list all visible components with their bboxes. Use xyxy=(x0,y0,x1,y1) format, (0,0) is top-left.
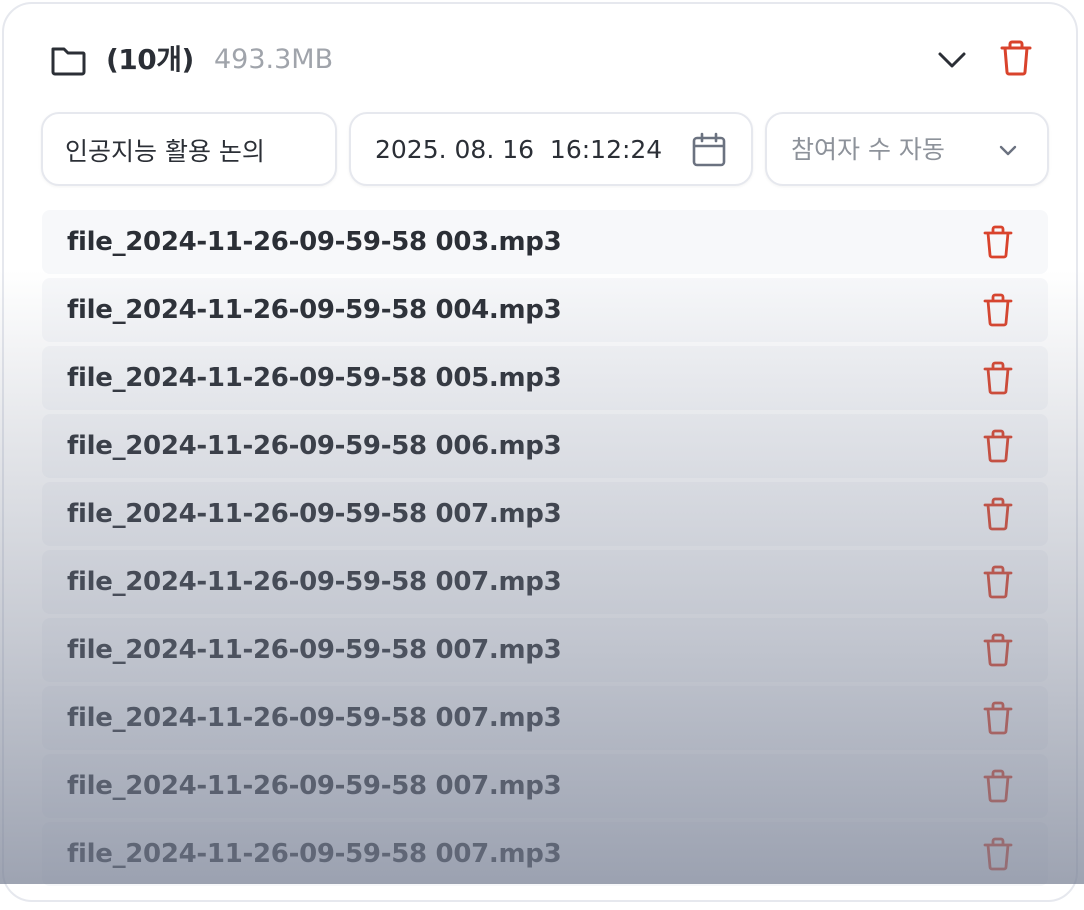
file-name: file_2024-11-26-09-59-58 007.mp3 xyxy=(67,839,562,869)
delete-file-button[interactable] xyxy=(978,494,1018,534)
trash-icon xyxy=(1000,40,1032,76)
trash-icon xyxy=(983,633,1013,667)
trash-icon xyxy=(983,429,1013,463)
meeting-date-value: 2025. 08. 16 16:12:24 xyxy=(375,135,663,164)
delete-file-button[interactable] xyxy=(978,766,1018,806)
trash-icon xyxy=(983,837,1013,871)
delete-file-button[interactable] xyxy=(978,562,1018,602)
meeting-title-field[interactable] xyxy=(41,112,337,186)
file-row: file_2024-11-26-09-59-58 005.mp3 xyxy=(42,346,1048,410)
file-name: file_2024-11-26-09-59-58 007.mp3 xyxy=(67,635,562,665)
chevron-down-icon xyxy=(993,136,1023,166)
file-row: file_2024-11-26-09-59-58 006.mp3 xyxy=(42,414,1048,478)
file-group-card: (10개) 493.3MB 2025. 08. 16 16:12:24 xyxy=(2,2,1078,902)
file-row: file_2024-11-26-09-59-58 007.mp3 xyxy=(42,550,1048,614)
file-name: file_2024-11-26-09-59-58 005.mp3 xyxy=(67,363,562,393)
delete-file-button[interactable] xyxy=(978,358,1018,398)
file-name: file_2024-11-26-09-59-58 007.mp3 xyxy=(67,567,562,597)
chevron-down-icon xyxy=(938,52,966,68)
delete-file-button[interactable] xyxy=(978,222,1018,262)
trash-icon xyxy=(983,293,1013,327)
delete-file-button[interactable] xyxy=(978,698,1018,738)
file-name: file_2024-11-26-09-59-58 006.mp3 xyxy=(67,431,562,461)
delete-all-button[interactable] xyxy=(994,36,1038,80)
group-header: (10개) 493.3MB xyxy=(4,4,1080,112)
collapse-button[interactable] xyxy=(930,40,974,80)
file-row: file_2024-11-26-09-59-58 007.mp3 xyxy=(42,754,1048,818)
file-row: file_2024-11-26-09-59-58 004.mp3 xyxy=(42,278,1048,342)
file-row: file_2024-11-26-09-59-58 007.mp3 xyxy=(42,482,1048,546)
file-row: file_2024-11-26-09-59-58 007.mp3 xyxy=(42,822,1048,886)
trash-icon xyxy=(983,701,1013,735)
file-name: file_2024-11-26-09-59-58 007.mp3 xyxy=(67,499,562,529)
file-name: file_2024-11-26-09-59-58 007.mp3 xyxy=(67,771,562,801)
total-size: 493.3MB xyxy=(214,44,334,75)
meeting-title-input[interactable] xyxy=(65,132,315,168)
file-name: file_2024-11-26-09-59-58 007.mp3 xyxy=(67,703,562,733)
delete-file-button[interactable] xyxy=(978,426,1018,466)
calendar-icon[interactable] xyxy=(689,130,729,170)
trash-icon xyxy=(983,497,1013,531)
participants-select-value: 참여자 수 자동 xyxy=(791,135,945,164)
meeting-date-field[interactable]: 2025. 08. 16 16:12:24 xyxy=(349,112,753,186)
trash-icon xyxy=(983,361,1013,395)
trash-icon xyxy=(983,225,1013,259)
delete-file-button[interactable] xyxy=(978,630,1018,670)
delete-file-button[interactable] xyxy=(978,290,1018,330)
file-name: file_2024-11-26-09-59-58 004.mp3 xyxy=(67,295,562,325)
participants-select[interactable]: 참여자 수 자동 xyxy=(765,112,1049,186)
file-row: file_2024-11-26-09-59-58 007.mp3 xyxy=(42,686,1048,750)
folder-icon xyxy=(48,40,88,80)
file-row: file_2024-11-26-09-59-58 003.mp3 xyxy=(42,210,1048,274)
file-list: file_2024-11-26-09-59-58 003.mp3 file_20… xyxy=(42,210,1048,910)
delete-file-button[interactable] xyxy=(978,834,1018,874)
trash-icon xyxy=(983,769,1013,803)
trash-icon xyxy=(983,565,1013,599)
file-count: (10개) xyxy=(106,43,194,76)
file-name: file_2024-11-26-09-59-58 003.mp3 xyxy=(67,227,562,257)
file-row: file_2024-11-26-09-59-58 007.mp3 xyxy=(42,618,1048,682)
